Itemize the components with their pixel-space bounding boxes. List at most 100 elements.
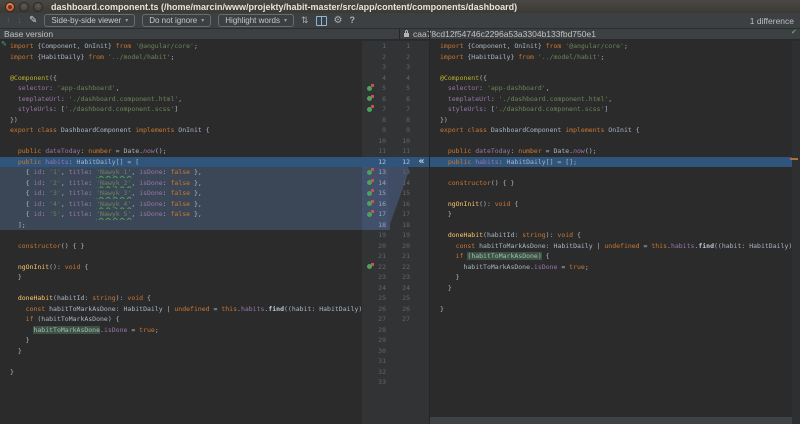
code-line[interactable]: } — [0, 367, 362, 378]
code-line[interactable]: if (habitToMarkAsDone) { — [0, 314, 362, 325]
code-line[interactable]: export class DashboardComponent implemen… — [0, 125, 362, 136]
sync-scroll-icon[interactable]: ⇅ — [301, 16, 309, 25]
code-line[interactable]: doneHabit(habitId: string): void { — [430, 230, 792, 241]
vcs-marker-icon[interactable] — [367, 94, 374, 101]
code-line[interactable]: } — [0, 272, 362, 283]
code-line[interactable]: styleUrls: ['./dashboard.component.scss'… — [0, 104, 362, 115]
gutter-line: 30 — [362, 346, 390, 357]
code-line[interactable]: } — [0, 346, 362, 357]
code-line[interactable] — [430, 136, 792, 147]
code-line[interactable]: }) — [0, 115, 362, 126]
help-icon[interactable]: ? — [350, 16, 356, 25]
vcs-marker-icon[interactable] — [367, 262, 374, 269]
code-line[interactable]: import {Component, OnInit} from '@angula… — [430, 41, 792, 52]
code-line[interactable] — [430, 167, 792, 178]
code-line[interactable]: ngOnInit(): void { — [0, 262, 362, 273]
code-line[interactable]: selector: 'app-dashboard', — [0, 83, 362, 94]
next-difference-button[interactable]: ↓ — [18, 16, 23, 25]
code-line[interactable] — [0, 230, 362, 241]
code-token: { — [510, 199, 519, 208]
gear-icon[interactable]: ⚙ — [334, 16, 343, 26]
vcs-marker-icon[interactable] — [367, 178, 374, 185]
code-line[interactable] — [430, 220, 792, 231]
code-line[interactable] — [0, 136, 362, 147]
action-strip-line — [414, 104, 429, 115]
code-line[interactable] — [0, 251, 362, 262]
window-maximize-button[interactable] — [33, 1, 43, 12]
edit-icon[interactable]: ✎ — [29, 16, 37, 26]
code-line[interactable] — [430, 62, 792, 73]
code-line[interactable]: @Component({ — [430, 73, 792, 84]
left-editor[interactable]: import {Component, OnInit} from '@angula… — [0, 41, 362, 424]
vcs-marker-icon[interactable] — [367, 189, 374, 196]
code-line[interactable]: } — [430, 272, 792, 283]
two-side-view-icon[interactable] — [315, 15, 327, 26]
code-token: implements — [565, 126, 605, 134]
code-line[interactable] — [0, 377, 362, 388]
code-line[interactable]: templateUrl: './dashboard.component.html… — [0, 94, 362, 105]
code-line[interactable] — [430, 293, 792, 304]
code-line[interactable]: public dateToday: number = Date.now(); — [430, 146, 792, 157]
code-line[interactable]: export class DashboardComponent implemen… — [430, 125, 792, 136]
code-line[interactable]: } — [430, 283, 792, 294]
ignore-policy-dropdown[interactable]: Do not ignore ▾ — [142, 14, 212, 27]
code-line[interactable]: doneHabit(habitId: string): void { — [0, 293, 362, 304]
code-line[interactable]: const habitToMarkAsDone: HabitDaily | un… — [0, 304, 362, 315]
right-editor[interactable]: import {Component, OnInit} from '@angula… — [430, 41, 792, 424]
code-line[interactable]: }) — [430, 115, 792, 126]
code-line[interactable]: styleUrls: ['./dashboard.component.scss'… — [430, 104, 792, 115]
vcs-marker-icon[interactable] — [367, 105, 374, 112]
inspection-status-icon[interactable]: ✔ — [791, 29, 797, 37]
code-line[interactable]: if (habitToMarkAsDone) { — [430, 251, 792, 262]
code-line[interactable]: habitToMarkAsDone.isDone = true; — [0, 325, 362, 336]
horizontal-scrollbar[interactable] — [430, 417, 792, 424]
apply-change-left-icon[interactable]: « — [418, 156, 424, 168]
viewer-mode-dropdown[interactable]: Side-by-side viewer ▾ — [44, 14, 136, 27]
code-line[interactable]: { id: '3', title: 'Nawyk 3', isDone: fal… — [0, 188, 362, 199]
vcs-marker-icon[interactable] — [367, 210, 374, 217]
line-number: 6 — [406, 94, 410, 103]
code-line[interactable]: } — [430, 304, 792, 315]
code-token: (habitToMarkAsDone) { — [33, 315, 120, 323]
line-number: 11 — [378, 147, 386, 156]
code-line[interactable] — [0, 283, 362, 294]
code-line[interactable]: const habitToMarkAsDone: HabitDaily | un… — [430, 241, 792, 252]
code-line[interactable]: { id: '1', title: 'Nawyk 1', isDone: fal… — [0, 167, 362, 178]
code-token: './dashboard.component.scss' — [494, 105, 605, 113]
vcs-marker-icon[interactable] — [367, 199, 374, 206]
vcs-marker-icon[interactable] — [367, 168, 374, 175]
code-line[interactable] — [430, 314, 792, 325]
vcs-marker-icon[interactable] — [367, 84, 374, 91]
code-line[interactable]: constructor() { } — [430, 178, 792, 189]
code-line[interactable]: public habits: HabitDaily[] = [ — [0, 156, 362, 167]
code-line[interactable]: import {Component, OnInit} from '@angula… — [0, 41, 362, 52]
code-token: , — [60, 199, 69, 208]
code-line[interactable] — [0, 356, 362, 367]
window-minimize-button[interactable] — [19, 1, 29, 12]
code-line[interactable]: ngOnInit(): void { — [430, 199, 792, 210]
code-line[interactable]: selector: 'app-dashboard', — [430, 83, 792, 94]
code-line[interactable]: templateUrl: './dashboard.component.html… — [430, 94, 792, 105]
code-line[interactable] — [430, 188, 792, 199]
highlight-mode-dropdown[interactable]: Highlight words ▾ — [218, 14, 294, 27]
code-line[interactable]: @Component({ — [0, 73, 362, 84]
code-line[interactable] — [0, 62, 362, 73]
code-line[interactable]: { id: '2', title: 'Nawyk 2', isDone: fal… — [0, 177, 362, 188]
code-token: { — [541, 252, 550, 260]
code-line[interactable]: } — [430, 209, 792, 220]
code-line[interactable]: import {HabitDaily} from '../model/habit… — [0, 52, 362, 63]
code-line[interactable]: { id: '5', title: 'Nawyk 5', isDone: fal… — [0, 209, 362, 220]
code-token: number — [518, 147, 542, 155]
window-close-button[interactable] — [5, 1, 15, 12]
code-line[interactable]: public habits: HabitDaily[] = []; — [430, 156, 792, 167]
code-line[interactable]: { id: '4', title: 'Nawyk 4', isDone: fal… — [0, 198, 362, 209]
code-line[interactable]: ]; — [0, 219, 362, 230]
code-line[interactable]: constructor() { } — [0, 241, 362, 252]
code-line[interactable]: public dateToday: number = Date.now(); — [0, 146, 362, 157]
code-line[interactable]: } — [0, 335, 362, 346]
error-stripe[interactable] — [792, 41, 800, 424]
code-line[interactable]: habitToMarkAsDone.isDone = true; — [430, 262, 792, 273]
previous-difference-button[interactable]: ↑ — [6, 16, 11, 25]
code-token: }, — [190, 178, 202, 187]
code-line[interactable]: import {HabitDaily} from '../model/habit… — [430, 52, 792, 63]
